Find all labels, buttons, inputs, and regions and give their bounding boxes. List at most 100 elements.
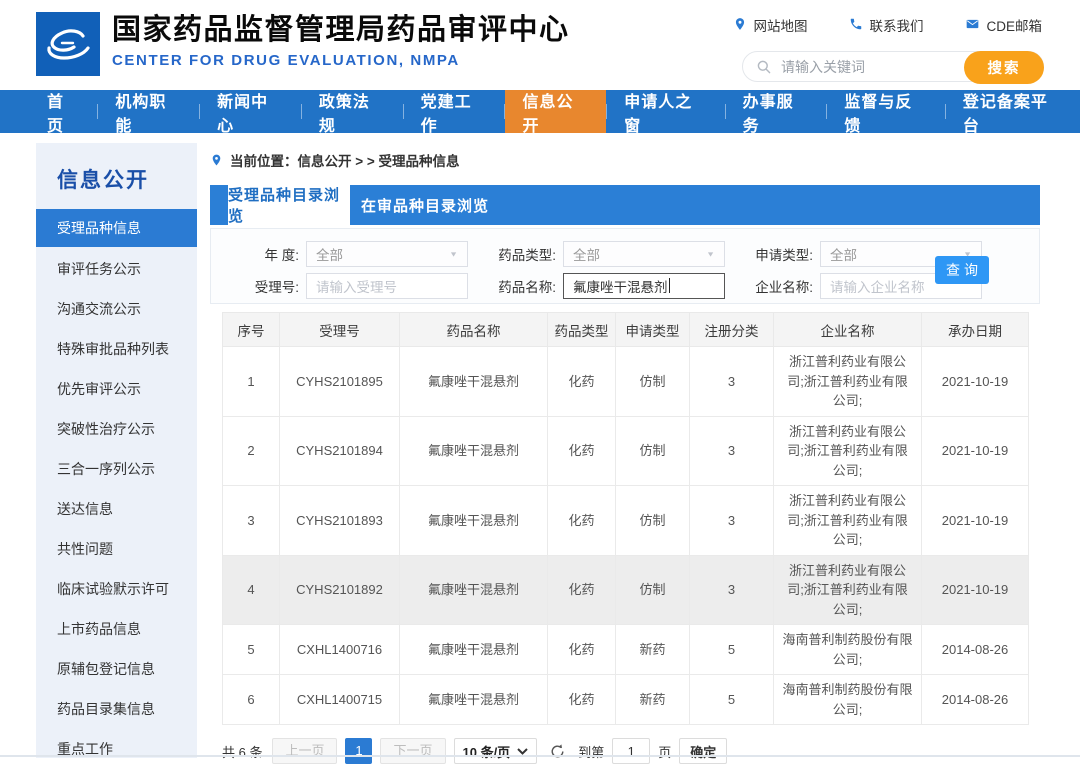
cell-apply-type: 新药 <box>615 674 690 725</box>
sidebar-item-10[interactable]: 上市药品信息 <box>36 609 197 649</box>
results-table: 序号 受理号 药品名称 药品类型 申请类型 注册分类 企业名称 承办日期 1 CYHS21018… <box>222 312 1029 725</box>
content: 当前位置：信息公开 > > 受理品种信息 受理品种目录浏览 在审品种目录浏览 年 … <box>210 143 1040 764</box>
col-header-drug-name: 药品名称 <box>399 312 548 347</box>
cell-seq: 6 <box>222 674 280 725</box>
page-size-select[interactable]: 10 条/页 <box>453 738 538 764</box>
utility-links: 网站地图 联系我们 CDE邮箱 <box>733 15 1042 35</box>
keyword-input[interactable] <box>781 53 961 80</box>
col-header-acceptance-no: 受理号 <box>279 312 400 347</box>
cell-company: 海南普利制药股份有限公司; <box>773 674 922 725</box>
cell-company: 浙江普利药业有限公司;浙江普利药业有限公司; <box>773 485 922 556</box>
acceptance-no-input[interactable]: 请输入受理号 <box>306 272 468 299</box>
cell-company: 海南普利制药股份有限公司; <box>773 624 922 675</box>
prev-page-button[interactable]: 上一页 <box>272 738 338 764</box>
tab-1[interactable]: 在审品种目录浏览 <box>350 185 500 225</box>
sidebar-item-0[interactable]: 受理品种信息 <box>36 209 197 247</box>
col-header-reg-class: 注册分类 <box>689 312 774 347</box>
sidebar-item-7[interactable]: 送达信息 <box>36 489 197 529</box>
nav-item-5[interactable]: 信息公开 <box>505 90 607 135</box>
sidebar-item-9[interactable]: 临床试验默示许可 <box>36 569 197 609</box>
year-select-field: 年 度: 全部 ▼ <box>235 240 468 267</box>
table-row-6: 6 CXHL1400715 氟康唑干混悬剂 化药 新药 5 海南普利制药股份有限公司; 201… <box>222 674 1029 725</box>
cell-drug-name: 氟康唑干混悬剂 <box>399 624 548 675</box>
nav-item-6[interactable]: 申请人之窗 <box>607 90 724 135</box>
drug-name-input-field: 药品名称: 氟康唑干混悬剂 <box>492 272 725 299</box>
sidebar-item-8[interactable]: 共性问题 <box>36 529 197 569</box>
sidebar-item-1[interactable]: 审评任务公示 <box>36 249 197 289</box>
cell-reg-class: 5 <box>689 674 774 725</box>
filter-panel: 年 度: 全部 ▼ 药品类型: 全部 ▼ 申请类型: 全部 ▼ 受理号: 请输入受理号 药品名称: 氟… <box>210 228 1040 304</box>
cell-reg-class: 3 <box>689 554 774 625</box>
filter-label: 药品类型: <box>498 247 556 263</box>
cell-acceptance-no: CXHL1400715 <box>279 674 400 725</box>
nav-item-8[interactable]: 监督与反馈 <box>827 90 944 135</box>
sidebar-item-13[interactable]: 重点工作 <box>36 729 197 769</box>
cell-seq: 5 <box>222 624 280 675</box>
col-header-apply-type: 申请类型 <box>615 312 690 347</box>
drug-name-input[interactable]: 氟康唑干混悬剂 <box>563 272 725 299</box>
cde-mail-link[interactable]: CDE邮箱 <box>965 15 1042 35</box>
cell-drug-name: 氟康唑干混悬剂 <box>399 346 548 417</box>
site-title: 国家药品监督管理局药品审评中心 <box>112 14 570 46</box>
search-button[interactable]: 搜索 <box>964 51 1044 84</box>
sidebar-item-12[interactable]: 药品目录集信息 <box>36 689 197 729</box>
phone-icon <box>849 17 863 34</box>
nav-item-2[interactable]: 新闻中心 <box>200 90 301 135</box>
goto-page-input[interactable] <box>612 738 651 764</box>
col-header-date: 承办日期 <box>921 312 1029 347</box>
cell-company: 浙江普利药业有限公司;浙江普利药业有限公司; <box>773 415 922 486</box>
select-value: 全部 <box>573 247 600 263</box>
nav-item-7[interactable]: 办事服务 <box>726 90 827 135</box>
confirm-button[interactable]: 确定 <box>679 738 728 764</box>
sidebar-item-4[interactable]: 优先审评公示 <box>36 369 197 409</box>
pagination: 共 6 条 上一页 1 下一页 10 条/页 到第 页 确定 <box>222 738 1040 764</box>
sidebar: 信息公开 受理品种信息 审评任务公示 沟通交流公示 特殊审批品种列表 优先审评公示 突破性… <box>36 143 197 758</box>
site-title-block: 国家药品监督管理局药品审评中心 CENTER FOR DRUG EVALUATI… <box>112 12 570 69</box>
cde-logo-icon <box>36 12 100 76</box>
tab-0[interactable]: 受理品种目录浏览 <box>228 185 350 225</box>
col-header-drug-type: 药品类型 <box>547 312 616 347</box>
table-header-row: 序号 受理号 药品名称 药品类型 申请类型 注册分类 企业名称 承办日期 <box>222 312 1029 347</box>
nav-item-4[interactable]: 党建工作 <box>404 90 505 135</box>
cell-seq: 1 <box>222 346 280 417</box>
sidebar-item-2[interactable]: 沟通交流公示 <box>36 289 197 329</box>
filter-label: 年 度: <box>264 247 299 263</box>
next-page-button[interactable]: 下一页 <box>380 738 446 764</box>
sitemap-link[interactable]: 网站地图 <box>733 15 807 35</box>
cell-apply-type: 新药 <box>615 624 690 675</box>
nav-item-1[interactable]: 机构职能 <box>98 90 199 135</box>
sidebar-item-5[interactable]: 突破性治疗公示 <box>36 409 197 449</box>
table-row-3: 3 CYHS2101893 氟康唑干混悬剂 化药 仿制 3 浙江普利药业有限公司;浙江普利药… <box>222 485 1029 556</box>
drug-type-select[interactable]: 全部 ▼ <box>563 240 725 267</box>
input-placeholder: 请输入受理号 <box>316 279 397 295</box>
filter-label: 受理号: <box>254 279 299 295</box>
filter-label: 申请类型: <box>755 247 813 263</box>
drug-type-select-field: 药品类型: 全部 ▼ <box>492 240 725 267</box>
sidebar-item-3[interactable]: 特殊审批品种列表 <box>36 329 197 369</box>
cell-drug-name: 氟康唑干混悬剂 <box>399 674 548 725</box>
breadcrumb: 当前位置：信息公开 > > 受理品种信息 <box>210 150 1040 170</box>
search-icon <box>756 59 772 80</box>
query-button[interactable]: 查询 <box>935 256 989 284</box>
table-row-5: 5 CXHL1400716 氟康唑干混悬剂 化药 新药 5 海南普利制药股份有限公司; 201… <box>222 624 1029 675</box>
header-search: 搜索 <box>742 51 1044 84</box>
cell-company: 浙江普利药业有限公司;浙江普利药业有限公司; <box>773 554 922 625</box>
nav-item-0[interactable]: 首页 <box>30 90 97 135</box>
filter-row-selects: 年 度: 全部 ▼ 药品类型: 全部 ▼ 申请类型: 全部 ▼ <box>235 240 1039 267</box>
table-row-4: 4 CYHS2101892 氟康唑干混悬剂 化药 仿制 3 浙江普利药业有限公司;浙江普利药… <box>222 554 1029 625</box>
cell-reg-class: 3 <box>689 415 774 486</box>
sidebar-menu: 受理品种信息 审评任务公示 沟通交流公示 特殊审批品种列表 优先审评公示 突破性治疗公示三… <box>36 209 197 769</box>
nav-item-9[interactable]: 登记备案平台 <box>946 90 1080 135</box>
tabbar: 受理品种目录浏览 在审品种目录浏览 <box>210 185 1040 225</box>
year-select[interactable]: 全部 ▼ <box>306 240 468 267</box>
page-number-1[interactable]: 1 <box>345 738 373 764</box>
cell-seq: 2 <box>222 415 280 486</box>
cell-acceptance-no: CXHL1400716 <box>279 624 400 675</box>
nav-item-3[interactable]: 政策法规 <box>302 90 403 135</box>
sidebar-item-6[interactable]: 三合一序列公示 <box>36 449 197 489</box>
cell-date: 2021-10-19 <box>921 485 1029 556</box>
chevron-down-icon <box>517 747 528 755</box>
contact-link[interactable]: 联系我们 <box>849 15 923 35</box>
sidebar-item-11[interactable]: 原辅包登记信息 <box>36 649 197 689</box>
table-row-2: 2 CYHS2101894 氟康唑干混悬剂 化药 仿制 3 浙江普利药业有限公司;浙江普利药… <box>222 415 1029 486</box>
